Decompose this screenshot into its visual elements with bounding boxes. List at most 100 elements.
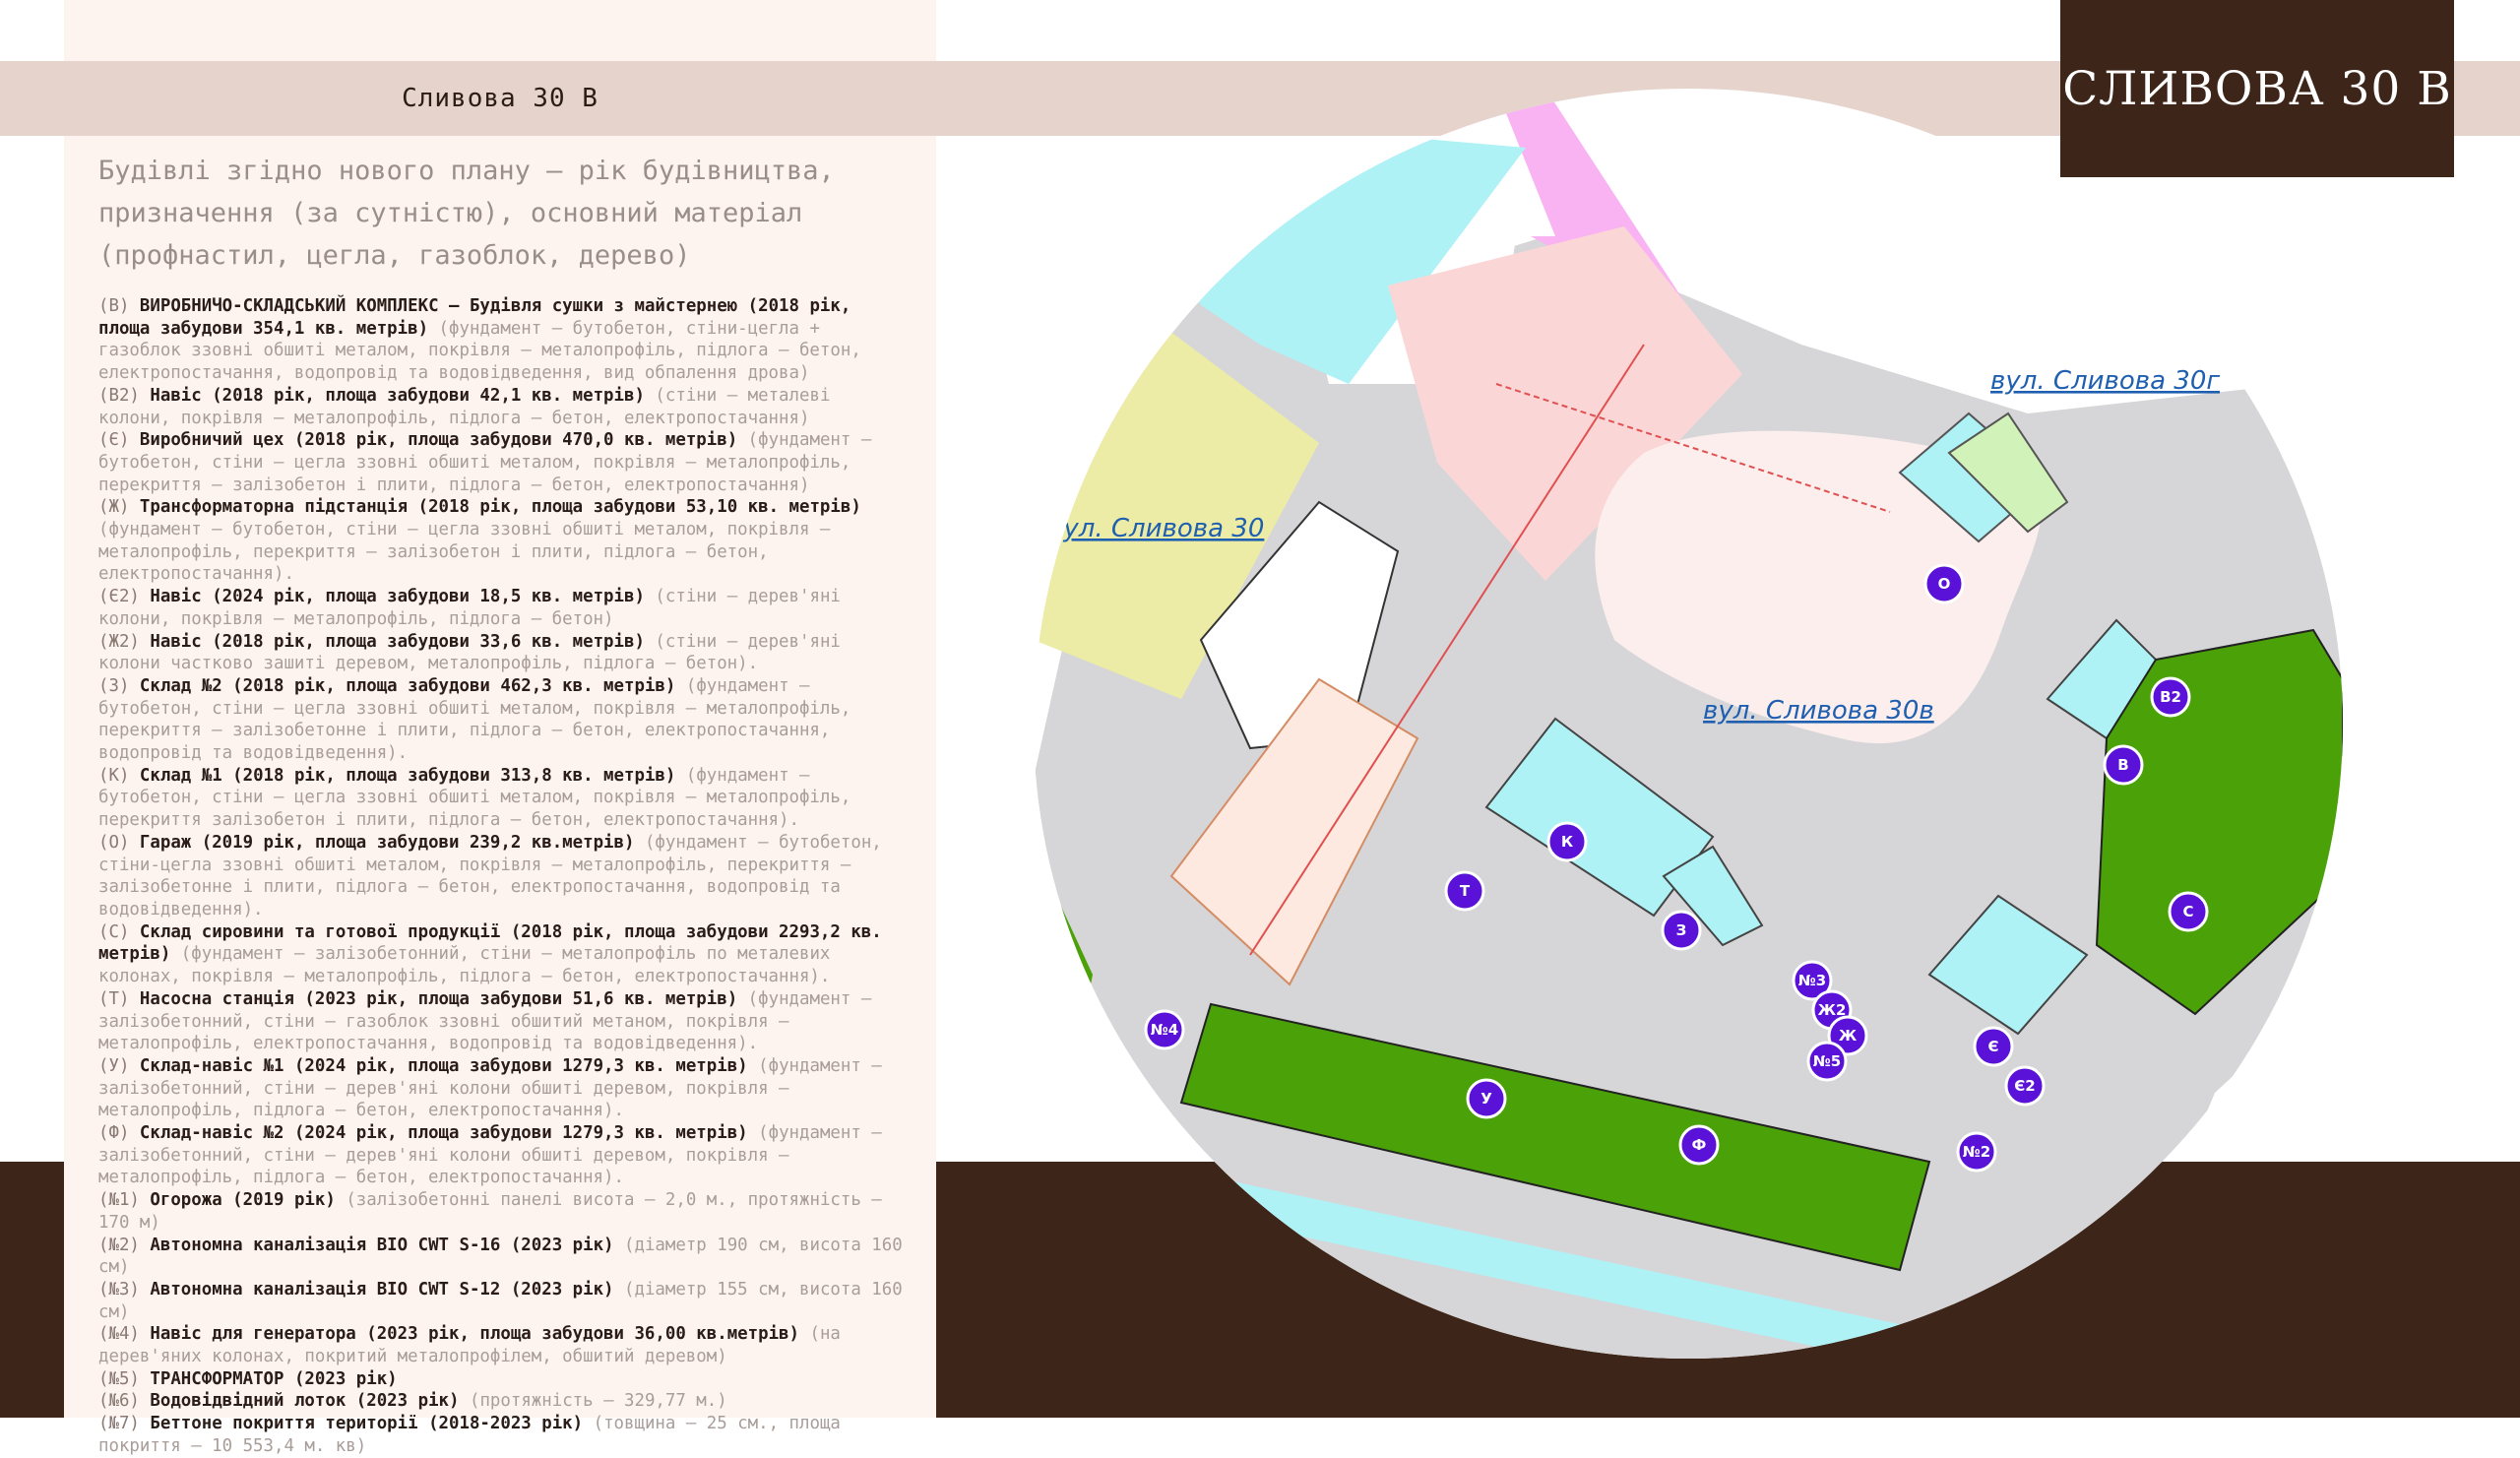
building-item: (Т) Насосна станція (2023 рік, площа заб…: [98, 988, 906, 1055]
building-code: (№4): [98, 1324, 140, 1345]
building-details: (фундамент – залізобетонний, стіни – мет…: [98, 944, 831, 987]
building-details: (фундамент – бутобетон, стіни – цегла зз…: [98, 520, 831, 585]
building-marker: В2: [2150, 676, 2191, 718]
building-item: (В2) Навіс (2018 рік, площа забудови 42,…: [98, 385, 906, 429]
building-item: (№1) Огорожа (2019 рік) (залізобетонні п…: [98, 1189, 906, 1234]
building-item: (У) Склад-навіс №1 (2024 рік, площа забу…: [98, 1055, 906, 1122]
building-title: Гараж (2019 рік, площа забудови 239,2 кв…: [139, 832, 635, 853]
building-marker: Т: [1444, 870, 1485, 912]
subtitle: Будівлі згідно нового плану – рік будівн…: [98, 156, 835, 271]
building-item: (О) Гараж (2019 рік, площа забудови 239,…: [98, 832, 906, 921]
building-code: (Ж2): [98, 631, 140, 652]
building-item: (З) Склад №2 (2018 рік, площа забудови 4…: [98, 675, 906, 765]
building-marker: В: [2103, 744, 2144, 786]
building-title: Виробничий цех (2018 рік, площа забудови…: [139, 430, 738, 451]
building-title: Навіс (2018 рік, площа забудови 42,1 кв.…: [150, 385, 645, 406]
building-code: (В2): [98, 385, 140, 406]
building-item: (Ж2) Навіс (2018 рік, площа забудови 33,…: [98, 631, 906, 675]
building-item: (Ж) Трансформаторна підстанція (2018 рік…: [98, 496, 906, 586]
building-title: ТРАНСФОРМАТОР (2023 рік): [150, 1368, 398, 1389]
building-title: Склад №2 (2018 рік, площа забудови 462,3…: [139, 675, 676, 696]
building-title: Навіс (2018 рік, площа забудови 33,6 кв.…: [150, 631, 645, 652]
building-marker: З: [1661, 910, 1702, 951]
marker-label: Т: [1460, 882, 1471, 900]
marker-label: №5: [1813, 1052, 1841, 1070]
building-item: (№6) Водовідвідний лоток (2023 рік) (про…: [98, 1390, 906, 1413]
building-marker: Є: [1973, 1026, 2014, 1067]
building-marker: №2: [1956, 1131, 1997, 1173]
building-item: (Ф) Склад-навіс №2 (2024 рік, площа забу…: [98, 1122, 906, 1189]
building-title: Беттоне покриття території (2018-2023 рі…: [150, 1414, 584, 1434]
building-code: (№3): [98, 1279, 140, 1300]
building-code: (К): [98, 765, 130, 786]
building-marker: О: [1923, 563, 1965, 604]
building-marker: Ф: [1678, 1124, 1720, 1166]
buildings-list: (В) ВИРОБНИЧО-СКЛАДСЬКИЙ КОМПЛЕКС – Буді…: [98, 295, 906, 1458]
building-item: (Є2) Навіс (2024 рік, площа забудови 18,…: [98, 586, 906, 630]
building-marker: С: [2168, 891, 2209, 932]
marker-label: №2: [1963, 1143, 1990, 1161]
building-marker: №5: [1806, 1041, 1848, 1082]
building-title: Склад-навіс №2 (2024 рік, площа забудови…: [139, 1123, 748, 1144]
street-label-30: вул. Сливова 30: [1048, 514, 1264, 543]
marker-label: В2: [2160, 688, 2181, 706]
building-details: (протяжність – 329,77 м.): [469, 1391, 727, 1412]
building-code: (З): [98, 675, 130, 696]
building-item: (С) Склад сировини та готової продукції …: [98, 921, 906, 988]
building-code: (№1): [98, 1190, 140, 1211]
building-item: (№7) Беттоне покриття території (2018-20…: [98, 1413, 906, 1457]
building-item: (№2) Автономна каналізація BIO CWT S-16 …: [98, 1235, 906, 1279]
marker-label: З: [1676, 921, 1687, 939]
building-code: (Т): [98, 988, 130, 1009]
building-title: Автономна каналізація BIO CWT S-16 (2023…: [150, 1235, 614, 1255]
marker-label: №4: [1151, 1021, 1178, 1039]
marker-label: Є: [1987, 1038, 1998, 1055]
building-item: (Є) Виробничий цех (2018 рік, площа забу…: [98, 429, 906, 496]
building-title: Автономна каналізація BIO CWT S-12 (2023…: [150, 1279, 614, 1300]
building-title: Трансформаторна підстанція (2018 рік, пл…: [139, 497, 861, 518]
building-code: (№7): [98, 1414, 140, 1434]
building-code: (С): [98, 921, 130, 942]
marker-label: Є2: [2014, 1077, 2035, 1095]
marker-label: №3: [1798, 972, 1826, 989]
building-code: (О): [98, 832, 130, 853]
marker-label: С: [2182, 903, 2193, 920]
building-title: Склад №1 (2018 рік, площа забудови 313,8…: [139, 765, 676, 786]
building-title: Навіс для генератора (2023 рік, площа за…: [150, 1324, 799, 1345]
site-plan-svg: вул. Сливова 30 вул. Сливова 30г вул. Сл…: [1034, 89, 2343, 1359]
building-code: (Ж): [98, 497, 130, 518]
street-label-30v: вул. Сливова 30в: [1703, 696, 1934, 726]
marker-label: В: [2117, 756, 2128, 774]
building-item: (№3) Автономна каналізація BIO CWT S-12 …: [98, 1279, 906, 1323]
marker-label: О: [1938, 575, 1951, 593]
building-code: (№2): [98, 1235, 140, 1255]
marker-label: У: [1480, 1090, 1492, 1108]
street-label-30g: вул. Сливова 30г: [1990, 366, 2220, 396]
building-marker: У: [1466, 1078, 1507, 1119]
building-code: (№5): [98, 1368, 140, 1389]
marker-label: Ж2: [1818, 1001, 1847, 1019]
building-item: (№5) ТРАНСФОРМАТОР (2023 рік): [98, 1368, 906, 1391]
building-item: (№4) Навіс для генератора (2023 рік, пло…: [98, 1323, 906, 1367]
building-title: Огорожа (2019 рік): [150, 1190, 336, 1211]
building-code: (№6): [98, 1391, 140, 1412]
building-code: (Є): [98, 430, 130, 451]
marker-label: Ж: [1839, 1027, 1858, 1045]
building-code: (У): [98, 1055, 130, 1076]
marker-label: К: [1561, 833, 1574, 851]
site-plan-map: вул. Сливова 30 вул. Сливова 30г вул. Сл…: [1034, 89, 2343, 1359]
building-marker: №4: [1144, 1009, 1185, 1050]
building-marker: К: [1546, 821, 1588, 862]
building-item: (В) ВИРОБНИЧО-СКЛАДСЬКИЙ КОМПЛЕКС – Буді…: [98, 295, 906, 385]
building-item: (К) Склад №1 (2018 рік, площа забудови 3…: [98, 765, 906, 832]
building-code: (Є2): [98, 587, 140, 607]
brand-title: СЛИВОВА 30 В: [2060, 0, 2454, 177]
marker-label: Ф: [1692, 1136, 1707, 1154]
building-marker: Є2: [2004, 1065, 2046, 1107]
building-title: Навіс (2024 рік, площа забудови 18,5 кв.…: [150, 587, 645, 607]
building-title: Насосна станція (2023 рік, площа забудов…: [139, 988, 738, 1009]
building-title: Водовідвідний лоток (2023 рік): [150, 1391, 460, 1412]
building-code: (В): [98, 296, 130, 316]
building-title: Склад-навіс №1 (2024 рік, площа забудови…: [139, 1055, 748, 1076]
panel-title: Сливова 30 В: [64, 61, 936, 136]
